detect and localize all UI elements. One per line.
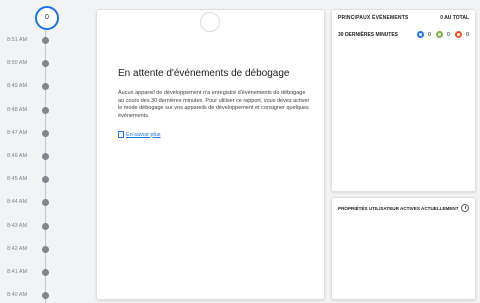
top-events-card: PRINCIPAUX ÉVÉNEMENTS 0 AU TOTAL 30 DERN… [331, 9, 476, 192]
timeline-dot[interactable] [42, 129, 49, 137]
timeline-dot[interactable] [42, 37, 49, 44]
event-counter[interactable]: 0 [35, 6, 59, 30]
user-properties-card: PROPRIÉTÉS UTILISATEUR ACTIVES ACTUELLEM… [331, 197, 476, 300]
error-badge-icon [454, 31, 462, 38]
timeline-dot[interactable] [42, 83, 49, 91]
conversion-badge-icon [435, 31, 443, 38]
loading-spinner-icon [200, 12, 220, 32]
timeline-time: 8:44 AM [7, 199, 28, 206]
timeline-dot[interactable] [42, 222, 49, 230]
timeline-time: 8:42 AM [7, 245, 28, 252]
document-icon [118, 131, 124, 138]
user-properties-title: PROPRIÉTÉS UTILISATEUR ACTIVES ACTUELLEM… [338, 206, 459, 211]
timeline-dot[interactable] [42, 106, 49, 114]
debug-timeline: 0 8:51 AM 8:50 AM 8:49 AM 8:48 AM 8:47 AM 8:4… [0, 0, 92, 303]
timeline-time: 8:43 AM [7, 222, 28, 229]
top-events-title: PRINCIPAUX ÉVÉNEMENTS [338, 15, 409, 21]
timeline-dot[interactable] [42, 292, 49, 300]
timeline-time: 8:46 AM [7, 153, 28, 159]
timeline-time: 8:51 AM [7, 37, 28, 43]
timeline-dot[interactable] [42, 269, 49, 276]
timeline-dot[interactable] [42, 199, 49, 207]
timeline-time: 8:41 AM [7, 269, 28, 275]
top-events-row: 30 DERNIÈRES MINUTES 0 0 0 [338, 30, 469, 39]
learn-more-link[interactable]: En savoir plus [118, 131, 161, 138]
timeline-time: 8:40 AM [7, 292, 28, 299]
history-icon[interactable] [461, 204, 469, 212]
timeline-time: 8:49 AM [7, 83, 28, 90]
learn-more-label: En savoir plus [126, 131, 161, 138]
timeline-dot[interactable] [42, 176, 49, 184]
timeline-dot[interactable] [42, 60, 49, 68]
badge-count: 0 [446, 31, 450, 38]
timeline-dot[interactable] [42, 153, 49, 160]
info-badge-icon [416, 31, 424, 38]
badge-count: 0 [465, 31, 469, 38]
waiting-title: En attente d'événements de débogage [118, 68, 290, 79]
timeline-time: 8:50 AM [7, 60, 28, 67]
time-range-label: 30 DERNIÈRES MINUTES [338, 31, 399, 38]
badge-count: 0 [427, 31, 431, 38]
top-events-total: 0 AU TOTAL [440, 15, 469, 21]
waiting-description: Aucun appareil de développement n'a enre… [118, 90, 310, 119]
timeline-time: 8:45 AM [7, 176, 28, 183]
timeline-line [45, 30, 46, 303]
timeline-time: 8:47 AM [7, 129, 28, 136]
timeline-time: 8:48 AM [7, 106, 28, 113]
timeline-dot[interactable] [42, 245, 49, 253]
debug-waiting-card: En attente d'événements de débogage Aucu… [96, 9, 325, 300]
